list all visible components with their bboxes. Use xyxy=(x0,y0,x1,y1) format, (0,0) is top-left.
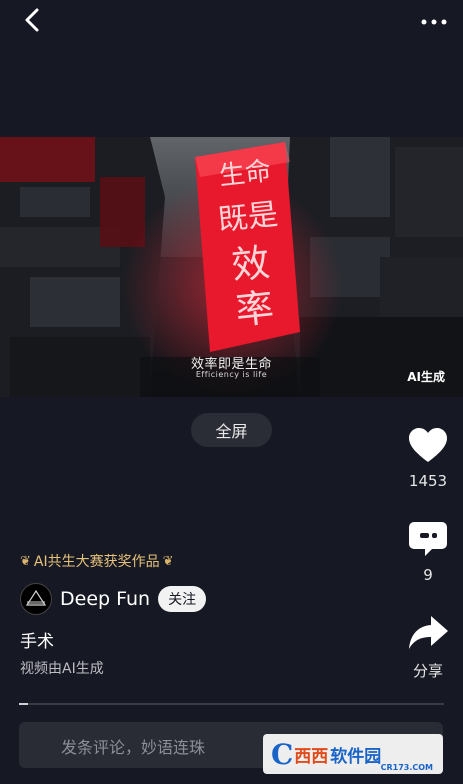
watermark-logo: C 西西 软件园 CR173.COM xyxy=(263,734,443,774)
laurel-right-icon: ❦ xyxy=(162,553,174,569)
chevron-left-icon xyxy=(25,8,39,32)
video-title: 手术 xyxy=(20,632,54,652)
like-button[interactable]: 1453 xyxy=(398,428,458,490)
more-button[interactable] xyxy=(420,12,448,25)
author-row: Deep Fun 关注 xyxy=(20,583,207,615)
back-button[interactable] xyxy=(18,6,48,34)
author-name[interactable]: Deep Fun xyxy=(60,588,150,610)
video-subtitle-en: Efficiency is life xyxy=(195,370,268,379)
svg-text:生命: 生命 xyxy=(218,156,273,191)
svg-text:效: 效 xyxy=(229,240,271,288)
watermark-url: CR173.COM xyxy=(380,763,433,772)
comment-icon xyxy=(409,522,447,556)
fullscreen-button[interactable]: 全屏 xyxy=(191,413,272,447)
follow-button[interactable]: 关注 xyxy=(158,586,207,612)
progress-bar[interactable] xyxy=(19,703,444,705)
comment-placeholder: 发条评论，妙语连珠 xyxy=(61,738,206,757)
share-label: 分享 xyxy=(412,662,443,680)
progress-fill xyxy=(19,703,28,705)
svg-text:既是: 既是 xyxy=(216,197,279,238)
share-arrow-icon xyxy=(409,616,448,649)
more-horizontal-icon xyxy=(421,19,447,25)
laurel-left-icon: ❦ xyxy=(20,553,31,569)
share-button[interactable]: 分享 xyxy=(398,614,458,681)
award-badge[interactable]: ❦ AI共生大赛获奖作品 ❦ xyxy=(20,551,174,571)
video-player[interactable]: 生命 既是 效 率 效率即是生命 Efficiency is life AI生成 xyxy=(0,137,463,397)
heart-icon xyxy=(409,428,447,462)
comment-button[interactable]: 9 xyxy=(398,520,458,584)
watermark-brand-b: 软件园 xyxy=(330,746,382,767)
watermark-c-letter: C xyxy=(271,737,294,771)
watermark-brand-a: 西西 xyxy=(294,746,329,767)
video-description: 视频由AI生成 xyxy=(20,661,104,677)
avatar-logo-icon xyxy=(25,589,47,606)
ai-generated-tag: AI生成 xyxy=(407,370,445,384)
svg-text:率: 率 xyxy=(233,285,275,333)
comment-count: 9 xyxy=(423,566,433,584)
award-text: AI共生大赛获奖作品 xyxy=(33,554,160,570)
avatar[interactable] xyxy=(20,583,52,615)
like-count: 1453 xyxy=(408,472,448,490)
